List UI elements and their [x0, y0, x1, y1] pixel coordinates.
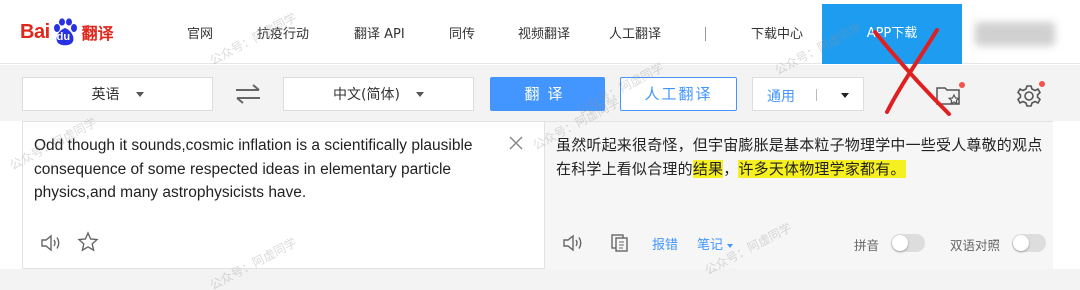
nav-translate-api[interactable]: 翻译 API	[354, 0, 405, 64]
domain-label: 通用	[767, 89, 795, 105]
chevron-down-icon	[415, 91, 424, 97]
toggle-knob	[892, 235, 908, 251]
highlighted-phrase: 结果	[692, 159, 724, 178]
human-translate-button[interactable]: 人工翻译	[620, 77, 737, 111]
app-download-button[interactable]: APP下载	[822, 4, 962, 64]
source-language-label: 英语	[91, 87, 120, 103]
chevron-down-icon	[841, 93, 849, 98]
domain-divider	[816, 89, 817, 101]
target-panel: 虽然听起来很奇怪，但宇宙膨胀是基本粒子物理学中一些受人尊敬的观点在科学上看似合理…	[545, 121, 1053, 269]
nav-video-translate[interactable]: 视频翻译	[518, 0, 570, 64]
target-language-select[interactable]: 中文(简体)	[283, 77, 474, 111]
notes-label: 笔记	[697, 238, 724, 253]
report-error-link[interactable]: 报错	[652, 234, 678, 253]
chevron-down-icon	[727, 243, 734, 248]
nav-official-site[interactable]: 官网	[187, 0, 213, 64]
swap-languages-icon[interactable]	[233, 83, 263, 105]
nav-anti-epidemic[interactable]: 抗疫行动	[257, 0, 309, 64]
blurred-user-area[interactable]	[975, 22, 1055, 46]
notification-dot	[959, 82, 965, 88]
favorites-folder-icon[interactable]	[934, 81, 965, 109]
source-language-select[interactable]: 英语	[22, 77, 213, 111]
pinyin-toggle[interactable]	[891, 234, 925, 252]
notes-menu[interactable]: 笔记	[697, 234, 734, 253]
bilingual-toggle[interactable]	[1012, 234, 1046, 252]
notification-dot	[1039, 81, 1045, 87]
speaker-icon[interactable]	[39, 232, 63, 254]
source-text-input[interactable]: Odd though it sounds,cosmic inflation is…	[34, 134, 504, 205]
toggle-knob	[1013, 235, 1029, 251]
target-language-label: 中文(简体)	[333, 87, 400, 103]
translation-output: 虽然听起来很奇怪，但宇宙膨胀是基本粒子物理学中一些受人尊敬的观点在科学上看似合理…	[556, 134, 1048, 181]
nav-simultaneous[interactable]: 同传	[449, 0, 475, 64]
logo-bai-text: Bai	[20, 20, 50, 43]
bottom-strip	[0, 269, 1080, 290]
translate-button[interactable]: 翻译	[490, 77, 605, 111]
speaker-icon[interactable]	[561, 232, 585, 254]
translate-toolbar: 英语 中文(简体) 翻译 人工翻译 通用	[0, 65, 1080, 121]
logo-du-text: du	[56, 31, 71, 43]
star-icon[interactable]	[77, 231, 99, 253]
settings-gear-icon[interactable]	[1015, 81, 1045, 109]
bilingual-label: 双语对照	[950, 238, 1001, 253]
baidu-paw-icon: du	[51, 18, 79, 46]
source-panel: Odd though it sounds,cosmic inflation is…	[22, 121, 545, 269]
top-header: Bai du 翻译 官网 抗疫行动 翻译 API 同传 视频翻译 人工翻译 下载…	[0, 0, 1080, 64]
pinyin-label: 拼音	[854, 238, 880, 253]
logo-fanyi-text: 翻译	[81, 24, 114, 43]
chevron-down-icon	[135, 91, 144, 97]
translation-separator: ，	[723, 159, 739, 178]
nav-divider	[705, 27, 706, 41]
domain-select[interactable]: 通用	[752, 77, 864, 111]
close-icon[interactable]	[507, 134, 525, 152]
nav-human-translate[interactable]: 人工翻译	[609, 0, 661, 64]
baidu-fanyi-logo[interactable]: Bai du 翻译	[20, 14, 114, 50]
nav-download-center[interactable]: 下载中心	[751, 0, 803, 64]
copy-icon[interactable]	[609, 232, 631, 254]
highlighted-phrase: 许多天体物理学家都有。	[738, 159, 906, 178]
